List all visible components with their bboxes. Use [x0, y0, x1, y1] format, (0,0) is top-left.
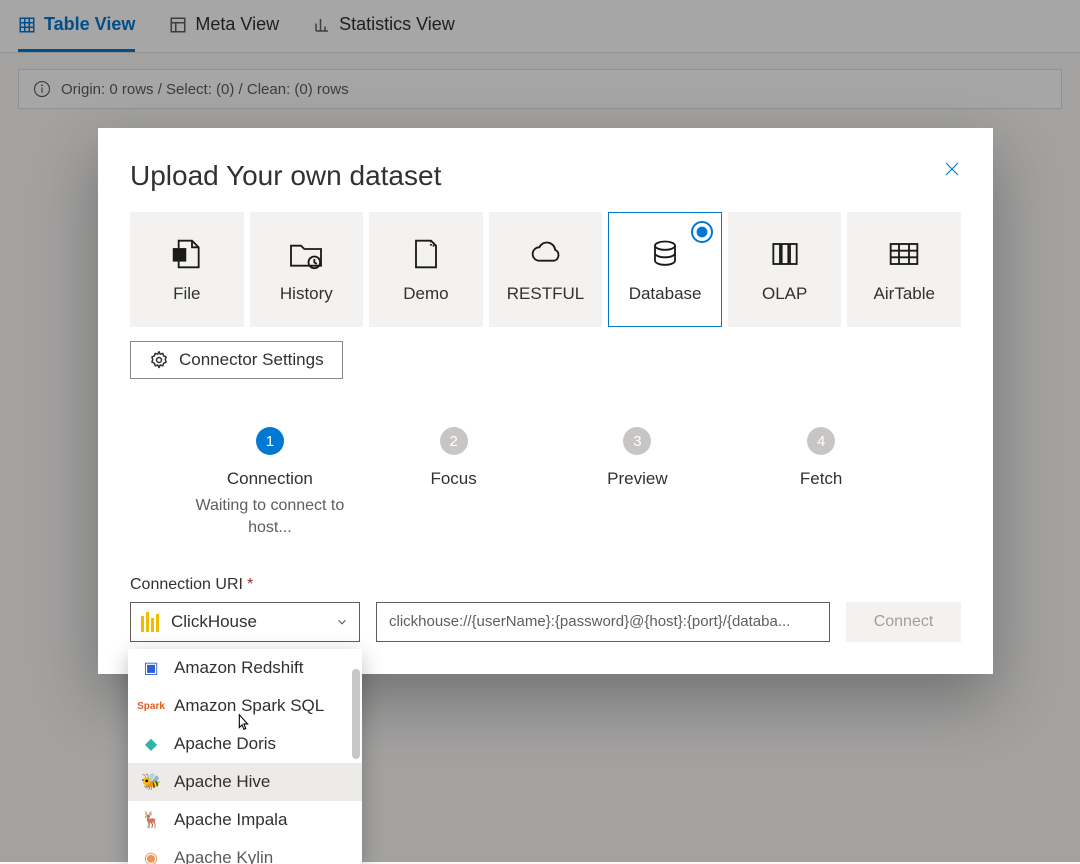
connector-settings-label: Connector Settings — [179, 350, 324, 370]
source-type-grid: X File History Demo RESTFUL Database OLA… — [130, 212, 961, 327]
dropdown-item-sparksql[interactable]: Spark Amazon Spark SQL — [128, 687, 362, 725]
svg-text:X: X — [177, 250, 182, 259]
file-icon: X — [167, 236, 207, 272]
redshift-icon: ▣ — [140, 657, 162, 679]
doris-icon: ◆ — [140, 733, 162, 755]
step-number: 2 — [440, 427, 468, 455]
connection-uri-label: Connection URI* — [130, 576, 961, 594]
step-label: Focus — [430, 469, 476, 489]
source-history[interactable]: History — [250, 212, 364, 327]
source-airtable[interactable]: AirTable — [847, 212, 961, 327]
source-label: RESTFUL — [507, 284, 584, 304]
modal-title: Upload Your own dataset — [130, 160, 441, 192]
dropdown-item-impala[interactable]: 🦌 Apache Impala — [128, 801, 362, 839]
source-label: History — [280, 284, 333, 304]
clickhouse-icon — [141, 612, 161, 632]
source-restful[interactable]: RESTFUL — [489, 212, 603, 327]
source-label: OLAP — [762, 284, 807, 304]
step-connection: 1 Connection Waiting to connect to host.… — [178, 427, 362, 540]
demo-icon — [406, 236, 446, 272]
uri-placeholder-text: clickhouse://{userName}:{password}@{host… — [389, 613, 790, 630]
required-indicator: * — [247, 576, 253, 593]
source-label: File — [173, 284, 200, 304]
connection-uri-row: ClickHouse clickhouse://{userName}:{pass… — [130, 602, 961, 642]
upload-dataset-modal: Upload Your own dataset X File History D… — [98, 128, 993, 674]
connection-stepper: 1 Connection Waiting to connect to host.… — [178, 427, 913, 540]
hive-icon: 🐝 — [140, 771, 162, 793]
airtable-icon — [884, 236, 924, 272]
database-icon — [645, 236, 685, 272]
step-label: Preview — [607, 469, 667, 489]
dropdown-item-hive[interactable]: 🐝 Apache Hive — [128, 763, 362, 801]
source-olap[interactable]: OLAP — [728, 212, 842, 327]
source-database[interactable]: Database — [608, 212, 722, 327]
history-icon — [286, 236, 326, 272]
gear-icon — [149, 350, 169, 370]
source-label: AirTable — [874, 284, 935, 304]
connection-uri-input[interactable]: clickhouse://{userName}:{password}@{host… — [376, 602, 830, 642]
step-number: 4 — [807, 427, 835, 455]
connector-settings-button[interactable]: Connector Settings — [130, 341, 343, 379]
dropdown-item-label: Amazon Spark SQL — [174, 696, 324, 716]
source-label: Demo — [403, 284, 448, 304]
dropdown-item-kylin[interactable]: ◉ Apache Kylin — [128, 839, 362, 864]
connect-label: Connect — [874, 613, 934, 631]
connector-selected-label: ClickHouse — [171, 612, 257, 632]
step-fetch: 4 Fetch — [729, 427, 913, 489]
close-icon — [943, 160, 961, 178]
dropdown-item-label: Apache Doris — [174, 734, 276, 754]
step-number: 3 — [623, 427, 651, 455]
impala-icon: 🦌 — [140, 809, 162, 831]
dropdown-scrollbar[interactable] — [352, 669, 360, 759]
step-number: 1 — [256, 427, 284, 455]
chevron-down-icon — [335, 615, 349, 629]
spark-icon: Spark — [140, 695, 162, 717]
close-button[interactable] — [943, 160, 961, 184]
source-label: Database — [629, 284, 702, 304]
connector-dropdown: ▣ Amazon Redshift Spark Amazon Spark SQL… — [128, 649, 362, 864]
kylin-icon: ◉ — [140, 847, 162, 864]
source-file[interactable]: X File — [130, 212, 244, 327]
olap-icon — [765, 236, 805, 272]
connect-button[interactable]: Connect — [846, 602, 961, 642]
connector-select[interactable]: ClickHouse — [130, 602, 360, 642]
dropdown-item-label: Amazon Redshift — [174, 658, 303, 678]
step-label: Connection — [227, 469, 313, 489]
step-label: Fetch — [800, 469, 843, 489]
dropdown-item-label: Apache Impala — [174, 810, 287, 830]
dropdown-item-doris[interactable]: ◆ Apache Doris — [128, 725, 362, 763]
step-preview: 3 Preview — [546, 427, 730, 489]
dropdown-item-redshift[interactable]: ▣ Amazon Redshift — [128, 649, 362, 687]
step-subtext: Waiting to connect to host... — [178, 495, 362, 540]
cloud-icon — [526, 236, 566, 272]
dropdown-item-label: Apache Hive — [174, 772, 270, 792]
source-demo[interactable]: Demo — [369, 212, 483, 327]
step-focus: 2 Focus — [362, 427, 546, 489]
